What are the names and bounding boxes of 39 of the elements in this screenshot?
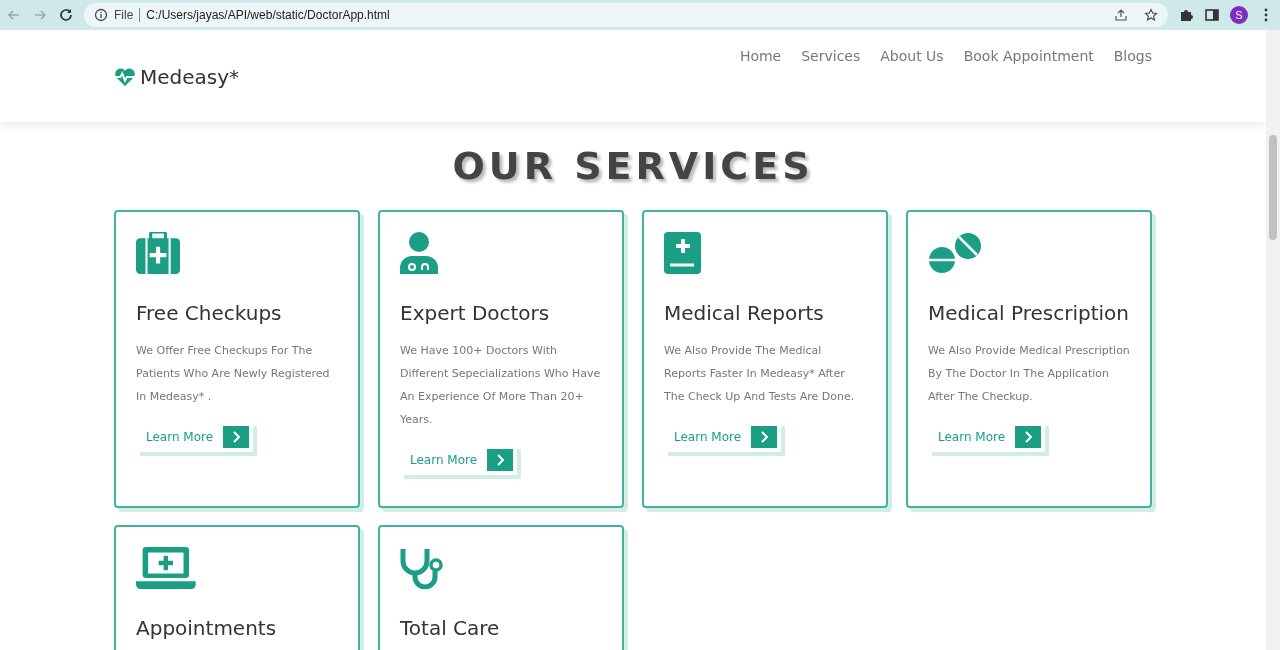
address-bar[interactable]: File C:/Users/jayas/API/web/static/DoctorApp.html — [84, 3, 1168, 27]
share-icon[interactable] — [1114, 8, 1128, 22]
medical-kit-icon — [136, 232, 181, 274]
nav-link[interactable]: Home — [739, 48, 782, 64]
profile-avatar[interactable]: S — [1230, 6, 1248, 24]
stethoscope-icon — [400, 547, 446, 589]
card-title: Free Checkups — [136, 302, 283, 325]
info-icon[interactable] — [94, 8, 108, 22]
card-title: Medical Reports — [664, 302, 825, 325]
card-description: We Offer Free Checkups For The Patients Who Are Newly Registered In Medeasy* . — [136, 343, 331, 405]
scrollbar[interactable] — [1266, 30, 1280, 650]
doctor-icon — [400, 232, 438, 274]
puzzle-icon[interactable] — [1178, 7, 1194, 23]
card-description: We Also Provide Medical Prescription By The Doctor In The Application After The Checkup. — [928, 343, 1130, 405]
card-title: Expert Doctors — [400, 302, 551, 325]
nav-link[interactable]: Services — [801, 48, 861, 64]
star-icon[interactable] — [1144, 8, 1158, 22]
card-title: Total Care — [400, 617, 501, 640]
chevron-icon — [487, 449, 514, 471]
card-title: Appointments — [136, 617, 278, 640]
chevron-icon — [1015, 426, 1042, 448]
laptop-medical-icon — [136, 547, 196, 589]
medical-book-icon — [664, 232, 702, 274]
nav-link[interactable]: Blogs — [1113, 48, 1152, 64]
chevron-icon — [751, 426, 778, 448]
section-heading: OUR SERVICES — [451, 144, 815, 188]
sidebar-icon[interactable] — [1204, 7, 1220, 23]
heartbeat-icon — [114, 67, 136, 87]
pills-icon — [928, 232, 982, 274]
nav-link[interactable]: About Us — [880, 48, 944, 64]
logo-text[interactable]: Medeasy* — [140, 65, 240, 89]
card-description: We Also Provide The Medical Reports Faster In Medeasy* After The Check Up And Tests Are Done. — [664, 343, 856, 405]
card-description: We Have 100+ Doctors With Different Sepecializations Who Have An Experience Of More Than 20+ Years. — [400, 343, 602, 428]
card-title: Medical Prescription — [928, 302, 1130, 325]
url-text: C:/Users/jayas/API/web/static/DoctorApp.html — [146, 8, 390, 22]
chevron-icon — [223, 426, 250, 448]
scheme-label: File — [114, 8, 134, 22]
nav-link[interactable]: Book Appointment — [963, 48, 1094, 64]
reload-icon[interactable] — [58, 7, 74, 23]
